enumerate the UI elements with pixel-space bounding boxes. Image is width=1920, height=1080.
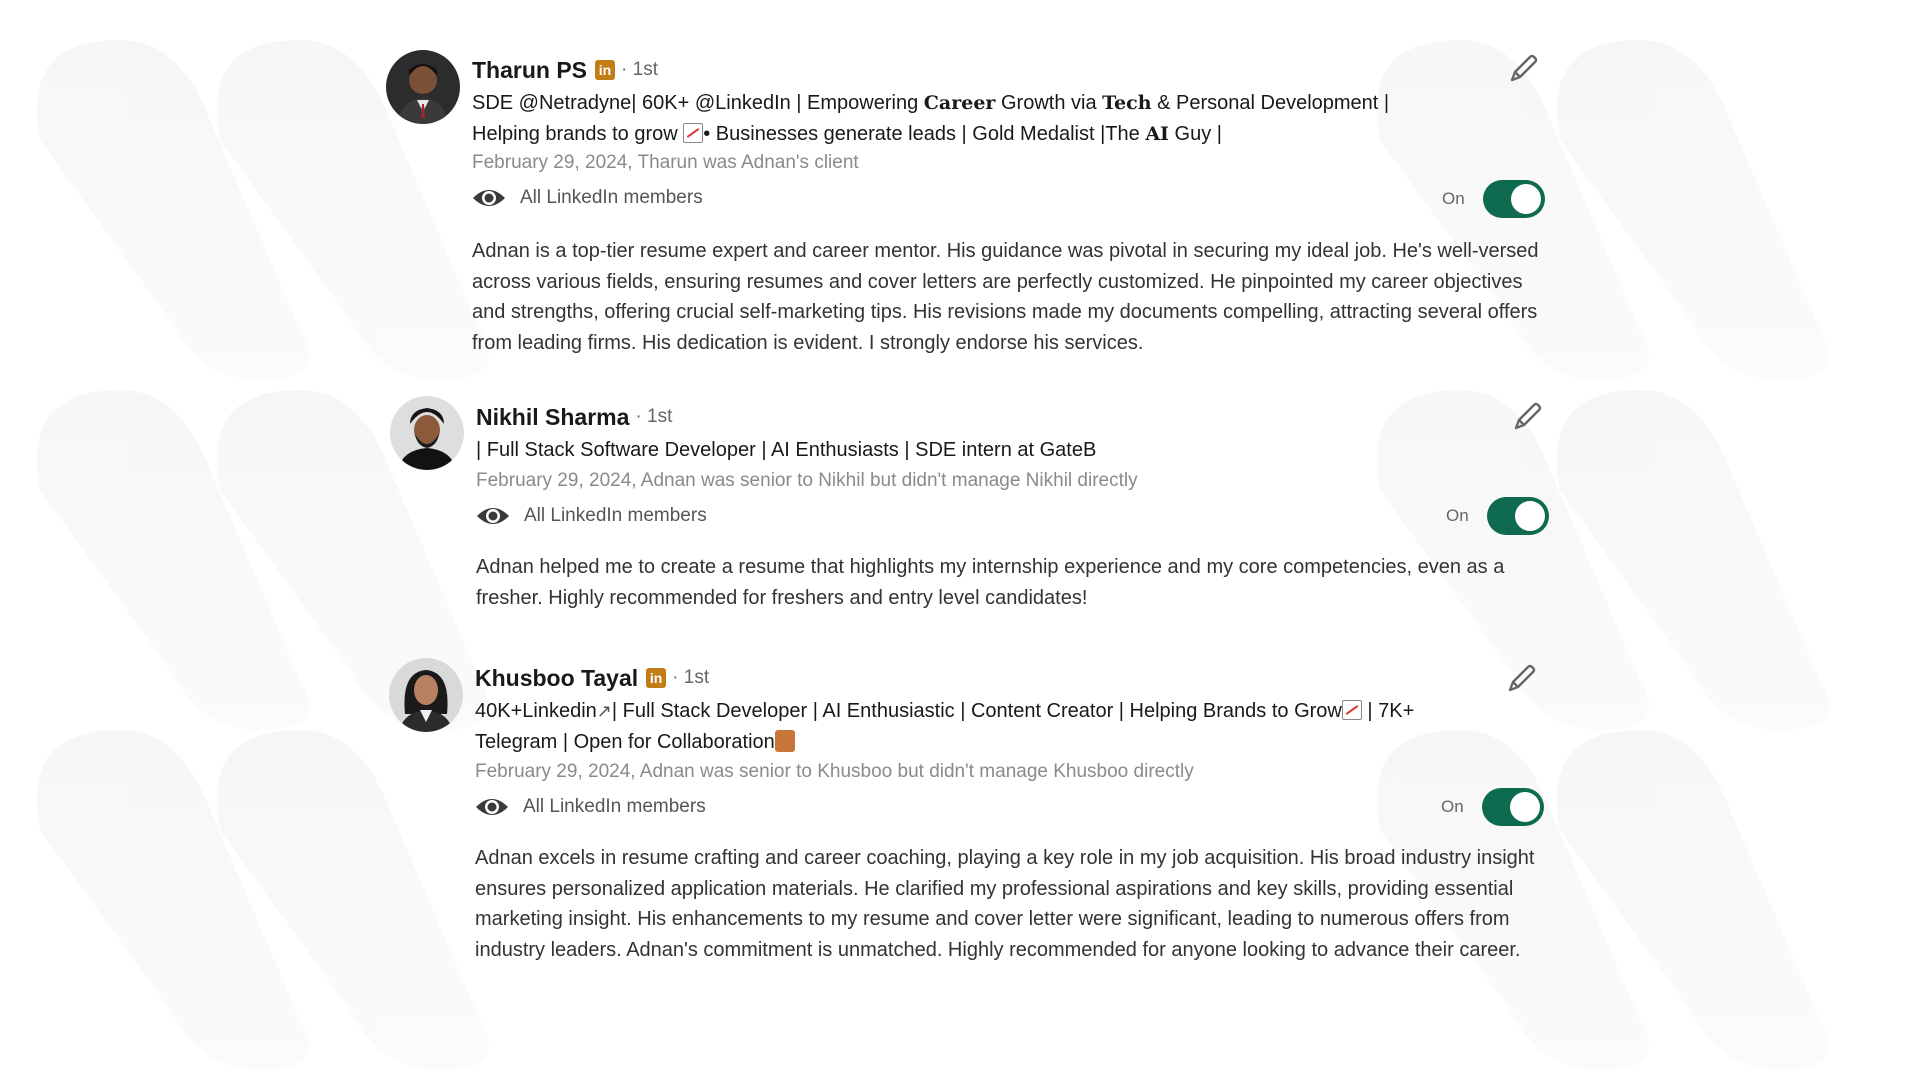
toggle-knob [1510,184,1541,214]
name-line: Nikhil Sharma · 1st [476,402,672,432]
visibility-toggle-row: On [1441,787,1544,827]
relationship-date: February 29, 2024, Adnan was senior to N… [476,470,1138,491]
visibility-toggle-row: On [1446,496,1549,536]
pencil-icon[interactable] [1506,52,1540,86]
headline-bold: AI [1145,123,1169,145]
person-emoji-icon [774,730,795,752]
visibility-row: All LinkedIn members [472,183,703,213]
headline-text: • Businesses generate leads | Gold Medal… [703,123,1146,145]
eye-icon [477,508,509,524]
eye-icon [476,799,508,815]
headline-text: Guy | [1168,123,1222,145]
chart-emoji-icon [683,123,704,143]
connection-degree: · 1st [621,59,658,80]
headline-text: SDE @Netradyne| 60K+ @LinkedIn | Empower… [472,92,924,114]
pencil-icon[interactable] [1504,662,1538,696]
visibility-toggle-row: On [1442,179,1545,219]
toggle-knob [1514,501,1545,531]
linkedin-icon: in [595,60,616,80]
relationship-date: February 29, 2024, Tharun was Adnan's cl… [472,152,859,173]
avatar[interactable] [390,396,464,470]
connection-degree: · 1st [635,406,673,427]
visibility-row: All LinkedIn members [476,501,707,531]
toggle-label: On [1446,506,1469,525]
headline-bold: Career [923,92,996,114]
recommender-name[interactable]: Tharun PS [472,57,587,84]
recommendation-text: Adnan excels in resume crafting and care… [475,847,1535,962]
headline-text: 40K+Linkedin [475,700,597,722]
headline-bold: Tech [1102,92,1152,114]
recommender-name[interactable]: Khusboo Tayal [475,665,638,692]
recommendation-text: Adnan helped me to create a resume that … [476,556,1505,609]
relationship-date: February 29, 2024, Adnan was senior to K… [475,761,1194,782]
chart-emoji-icon [1341,700,1362,720]
visibility-toggle[interactable] [1481,788,1544,826]
avatar[interactable] [389,658,463,732]
rocket-emoji-icon: ↗ [596,701,612,722]
connection-degree: · 1st [672,667,710,688]
recommender-headline: | Full Stack Software Developer | AI Ent… [476,439,1097,461]
visibility-toggle[interactable] [1482,180,1545,218]
pencil-icon[interactable] [1510,400,1544,434]
visibility-row: All LinkedIn members [475,792,706,822]
visibility-toggle[interactable] [1486,497,1549,535]
visibility-label[interactable]: All LinkedIn members [520,187,703,209]
recommender-headline: SDE @Netradyne| 60K+ @LinkedIn | Empower… [472,88,1432,150]
eye-icon [473,190,505,206]
avatar[interactable] [386,50,460,124]
headline-text: | Full Stack Developer | AI Enthusiastic… [611,700,1342,722]
recommendation-text: Adnan is a top-tier resume expert and ca… [472,240,1539,355]
visibility-label[interactable]: All LinkedIn members [524,505,707,527]
name-line: Tharun PS in · 1st [472,55,658,85]
headline-text: Growth via [995,92,1103,114]
toggle-label: On [1442,189,1465,208]
toggle-knob [1509,792,1540,822]
recommender-headline: 40K+Linkedin↗| Full Stack Developer | AI… [475,696,1435,758]
visibility-label[interactable]: All LinkedIn members [523,796,706,818]
recommender-name[interactable]: Nikhil Sharma [476,404,629,431]
toggle-label: On [1441,797,1464,816]
name-line: Khusboo Tayal in · 1st [475,663,709,693]
linkedin-icon: in [646,668,667,688]
